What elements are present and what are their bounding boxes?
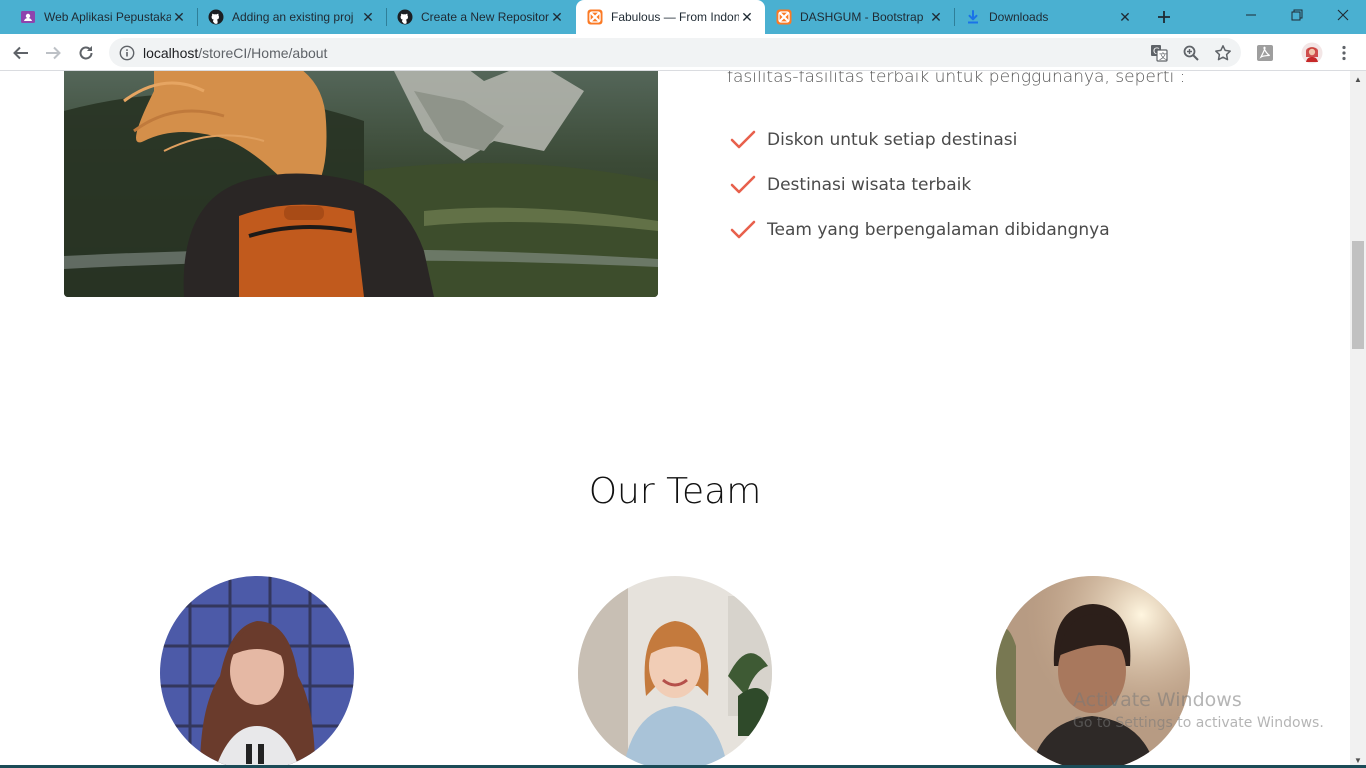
team-member-photo xyxy=(160,576,354,768)
download-icon xyxy=(965,9,981,25)
classroom-icon xyxy=(20,9,36,25)
url-text[interactable]: localhost/storeCI/Home/about xyxy=(143,45,327,61)
browser-toolbar: localhost/storeCI/Home/about G文 xyxy=(0,34,1366,71)
vertical-scrollbar[interactable]: ▲ ▼ xyxy=(1350,71,1366,768)
feature-text: Diskon untuk setiap destinasi xyxy=(767,129,1018,150)
tab-title: Adding an existing proj xyxy=(232,10,354,24)
watermark-subtitle: Go to Settings to activate Windows. xyxy=(1073,715,1324,731)
close-icon[interactable]: ✕ xyxy=(739,9,755,25)
reload-icon xyxy=(79,46,93,60)
pdf-icon xyxy=(1257,45,1273,61)
tab-downloads[interactable]: Downloads ✕ xyxy=(955,0,1143,34)
tab-create-repository[interactable]: Create a New Repositor ✕ xyxy=(387,0,575,34)
pdf-extension-button[interactable] xyxy=(1255,43,1275,63)
tab-title: Fabulous — From Indon xyxy=(611,10,739,24)
scrollbar-thumb[interactable] xyxy=(1352,241,1364,349)
reload-button[interactable] xyxy=(73,40,99,66)
feature-text: Team yang berpengalaman dibidangnya xyxy=(767,219,1110,240)
menu-button[interactable] xyxy=(1334,43,1354,63)
more-vert-icon xyxy=(1342,45,1346,61)
close-icon[interactable]: ✕ xyxy=(928,9,944,25)
plus-icon xyxy=(1158,11,1170,23)
feature-item: Team yang berpengalaman dibidangnya xyxy=(730,207,1110,252)
minimize-button[interactable] xyxy=(1228,0,1274,30)
check-icon xyxy=(730,130,756,148)
zoom-icon xyxy=(1183,45,1199,61)
translate-button[interactable]: G文 xyxy=(1149,43,1169,63)
feature-text: Destinasi wisata terbaik xyxy=(767,174,972,195)
scroll-up-arrow-icon[interactable]: ▲ xyxy=(1350,71,1366,87)
zoom-button[interactable] xyxy=(1181,43,1201,63)
xampp-icon xyxy=(776,9,792,25)
arrow-left-icon xyxy=(13,46,28,60)
tab-adding-existing[interactable]: Adding an existing proj ✕ xyxy=(198,0,386,34)
translate-icon: G文 xyxy=(1151,45,1168,62)
address-bar[interactable]: localhost/storeCI/Home/about xyxy=(109,38,1241,67)
svg-text:文: 文 xyxy=(1159,51,1167,61)
star-icon xyxy=(1215,45,1231,61)
tab-title: Create a New Repositor xyxy=(421,10,549,24)
activate-windows-watermark: Activate Windows Go to Settings to activ… xyxy=(1073,689,1324,731)
team-title: Our Team xyxy=(588,471,762,512)
xampp-icon xyxy=(587,9,603,25)
restore-button[interactable] xyxy=(1274,0,1320,30)
close-icon[interactable]: ✕ xyxy=(171,9,187,25)
check-icon xyxy=(730,220,756,238)
tab-title: Web Aplikasi Pepustaka xyxy=(44,10,171,24)
close-icon[interactable]: ✕ xyxy=(549,9,565,25)
tab-fabulous[interactable]: Fabulous — From Indon ✕ xyxy=(576,0,765,34)
url-path: /storeCI/Home/about xyxy=(198,44,328,61)
github-icon xyxy=(208,9,224,25)
forward-button[interactable] xyxy=(40,40,66,66)
new-tab-button[interactable] xyxy=(1153,6,1175,28)
tab-web-aplikasi[interactable]: Web Aplikasi Pepustaka ✕ xyxy=(0,0,197,34)
minimize-icon xyxy=(1246,14,1256,16)
watermark-title: Activate Windows xyxy=(1073,689,1242,711)
avatar-icon xyxy=(1301,42,1323,64)
team-member-photo xyxy=(996,576,1190,768)
tab-dashgum[interactable]: DASHGUM - Bootstrap ✕ xyxy=(766,0,954,34)
team-member-photo xyxy=(578,576,772,768)
close-icon xyxy=(1337,9,1349,21)
tab-strip: Web Aplikasi Pepustaka ✕ Adding an exist… xyxy=(0,0,1366,34)
about-hero-image xyxy=(64,71,658,297)
about-intro-text: fasilitas-fasilitas terbaik untuk penggu… xyxy=(727,71,1186,87)
bookmark-button[interactable] xyxy=(1213,43,1233,63)
back-button[interactable] xyxy=(8,40,34,66)
arrow-right-icon xyxy=(46,46,61,60)
window-close-button[interactable] xyxy=(1320,0,1366,30)
tab-title: DASHGUM - Bootstrap xyxy=(800,10,924,24)
check-icon xyxy=(730,175,756,193)
close-icon[interactable]: ✕ xyxy=(360,9,376,25)
profile-button[interactable] xyxy=(1301,42,1323,64)
page-content: fasilitas-fasilitas terbaik untuk penggu… xyxy=(0,71,1350,768)
github-icon xyxy=(397,9,413,25)
tab-title: Downloads xyxy=(989,10,1049,24)
feature-item: Diskon untuk setiap destinasi xyxy=(730,117,1110,162)
feature-item: Destinasi wisata terbaik xyxy=(730,162,1110,207)
info-icon[interactable] xyxy=(119,45,135,61)
close-icon[interactable]: ✕ xyxy=(1117,9,1133,25)
feature-list: Diskon untuk setiap destinasi Destinasi … xyxy=(730,117,1110,252)
restore-icon xyxy=(1291,9,1303,21)
url-host: localhost xyxy=(143,44,199,61)
